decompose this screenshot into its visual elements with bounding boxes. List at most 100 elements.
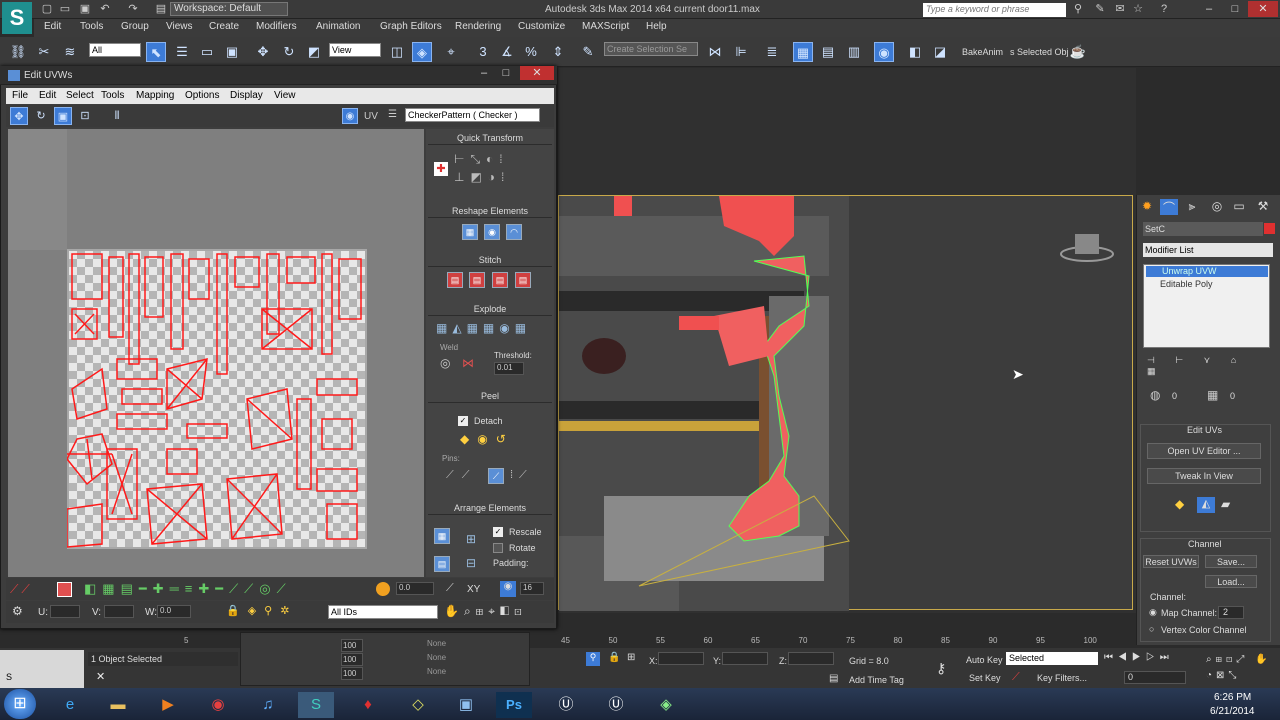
u-field[interactable] bbox=[50, 605, 80, 618]
menu-animation[interactable]: Animation bbox=[316, 21, 360, 32]
clock-date[interactable]: 6/21/2014 bbox=[1210, 706, 1255, 717]
arrange-elements-header[interactable]: Arrange Elements bbox=[428, 501, 552, 515]
channel-header[interactable]: Channel bbox=[1188, 539, 1222, 549]
straighten-icon[interactable]: ▦ bbox=[462, 224, 478, 240]
search-input[interactable]: Type a keyword or phrase bbox=[923, 3, 1066, 17]
3dsmax-taskbar-icon[interactable]: S bbox=[298, 692, 334, 718]
sel-mode-vertex-icon[interactable]: ◆ bbox=[1175, 497, 1184, 511]
auto-key-button[interactable]: Auto Key bbox=[966, 655, 1003, 665]
photoshop-taskbar-icon[interactable]: Ps bbox=[496, 692, 532, 718]
y-coordinate-field[interactable] bbox=[722, 652, 768, 665]
pivot-icon[interactable]: ◫ bbox=[387, 42, 407, 62]
chrome-taskbar-icon[interactable]: ◉ bbox=[200, 692, 236, 718]
stitch-custom-icon[interactable]: ▤ bbox=[447, 272, 463, 288]
uv-menu-edit[interactable]: Edit bbox=[39, 90, 56, 101]
menu-maxscript[interactable]: MAXScript bbox=[582, 21, 629, 32]
menu-create[interactable]: Create bbox=[209, 21, 239, 32]
uv-minimize-icon[interactable]: – bbox=[474, 66, 494, 80]
set-pivot-icon[interactable]: ✚ bbox=[434, 162, 448, 176]
spinner-icon-a[interactable]: ◍ bbox=[1150, 388, 1160, 402]
render-frame-icon[interactable]: ◪ bbox=[930, 42, 950, 62]
save-uvs-button[interactable]: Save... bbox=[1205, 555, 1257, 568]
binoculars-icon[interactable]: ⚲ bbox=[1071, 2, 1085, 16]
reference-coord-dropdown[interactable]: View bbox=[329, 43, 381, 57]
itunes-taskbar-icon[interactable]: ♫ bbox=[250, 692, 286, 718]
xy-plane-label[interactable]: XY bbox=[467, 584, 480, 595]
move-icon[interactable]: ✥ bbox=[253, 42, 273, 62]
detach-checkbox[interactable]: ✓ bbox=[458, 416, 468, 426]
layer-spin-1[interactable]: 100 bbox=[341, 639, 363, 652]
load-uvs-button[interactable]: Load... bbox=[1205, 575, 1257, 588]
maximize-icon[interactable]: □ bbox=[1222, 1, 1248, 17]
menu-tools[interactable]: Tools bbox=[80, 21, 103, 32]
stack-controls[interactable]: ⊣ ⊢ ⋎ ⌂ ▦ bbox=[1147, 355, 1271, 376]
modifier-list-dropdown[interactable]: Modifier List bbox=[1143, 243, 1273, 257]
lock-select-tools[interactable]: 🔒◈⚲✲ bbox=[226, 604, 326, 620]
layer-manager-icon[interactable]: ≣ bbox=[762, 42, 782, 62]
pin-active-icon[interactable]: ⟋ bbox=[488, 468, 504, 484]
transform-mode-icon[interactable]: ⚙ bbox=[12, 604, 23, 618]
material-editor-icon[interactable]: ◉ bbox=[874, 42, 894, 62]
uv-list-icon[interactable]: ☰ bbox=[388, 109, 400, 121]
display-tab-icon[interactable]: ▭ bbox=[1230, 199, 1248, 215]
menu-group[interactable]: Group bbox=[121, 21, 149, 32]
select-object-icon[interactable]: ⬉ bbox=[146, 42, 166, 62]
selected-obj-label[interactable]: s Selected Obj bbox=[1010, 47, 1069, 57]
pin-extra-tools[interactable]: ⁞⟋ bbox=[510, 469, 533, 482]
set-key-icon[interactable]: ⟋ bbox=[1012, 671, 1020, 684]
uv-show-map-icon[interactable]: ◉ bbox=[342, 108, 358, 124]
rotate-icon[interactable]: ↻ bbox=[279, 42, 299, 62]
snap-line-icon[interactable]: ⟋ bbox=[446, 582, 454, 595]
hierarchy-tab-icon[interactable]: ⫸ bbox=[1183, 199, 1201, 215]
app-taskbar-icon-7[interactable]: ◇ bbox=[400, 692, 436, 718]
perspective-viewport[interactable] bbox=[558, 195, 1133, 611]
lock-icon[interactable]: 🔒 bbox=[608, 652, 620, 663]
stitch-source-icon[interactable]: ▤ bbox=[469, 272, 485, 288]
uv-scale-icon[interactable]: ▣ bbox=[54, 107, 72, 125]
menu-customize[interactable]: Customize bbox=[518, 21, 565, 32]
angle-spinner[interactable]: 0.0 bbox=[396, 582, 434, 595]
maxscript-listener[interactable] bbox=[0, 650, 84, 688]
menu-rendering[interactable]: Rendering bbox=[455, 21, 501, 32]
clock-time[interactable]: 6:26 PM bbox=[1214, 692, 1251, 703]
threshold-spinner[interactable]: 0.01 bbox=[494, 362, 524, 375]
select-by-name-icon[interactable]: ☰ bbox=[172, 42, 192, 62]
minimize-icon[interactable]: – bbox=[1196, 1, 1222, 17]
open-file-icon[interactable]: ▭ bbox=[58, 2, 72, 16]
weld-target-icon[interactable]: ⋈ bbox=[462, 356, 474, 370]
maxscript-label[interactable]: S bbox=[6, 672, 12, 682]
layer-spin-3[interactable]: 100 bbox=[341, 667, 363, 680]
playback-controls[interactable]: ⏮◀▶▷⏭ bbox=[1104, 652, 1204, 666]
selection-lock-icon[interactable]: ⚲ bbox=[586, 652, 600, 666]
uv-menu-view[interactable]: View bbox=[274, 90, 296, 101]
app-logo-button[interactable]: S bbox=[2, 2, 32, 34]
rotation-icon[interactable] bbox=[376, 582, 390, 596]
reset-uvws-button[interactable]: Reset UVWs bbox=[1143, 555, 1199, 568]
selection-filter-dropdown[interactable]: All bbox=[89, 43, 141, 57]
pin-tools[interactable]: ⟋⟋ bbox=[446, 469, 477, 482]
peel-tools[interactable]: ◆◉↺ bbox=[460, 432, 514, 446]
sel-mode-face-icon[interactable]: ▰ bbox=[1221, 497, 1230, 511]
uv-maximize-icon[interactable]: □ bbox=[496, 66, 516, 80]
map-channel-radio[interactable]: ◉ bbox=[1149, 607, 1157, 618]
time-tag-icon[interactable]: ▤ bbox=[829, 673, 838, 684]
pack-settings-icon[interactable]: ⊟ bbox=[466, 556, 476, 570]
weld-selected-icon[interactable]: ◎ bbox=[440, 356, 450, 370]
workspace-dropdown[interactable]: Workspace: Default bbox=[170, 2, 288, 16]
utilities-tab-icon[interactable]: ⚒ bbox=[1254, 199, 1272, 215]
quick-transform-header[interactable]: Quick Transform bbox=[428, 131, 552, 145]
x-coordinate-field[interactable] bbox=[658, 652, 704, 665]
uv-menu-options[interactable]: Options bbox=[185, 90, 219, 101]
set-key-button[interactable]: Set Key bbox=[969, 673, 1001, 683]
bind-space-warp-icon[interactable]: ≋ bbox=[60, 42, 80, 62]
uv-menu-tools[interactable]: Tools bbox=[101, 90, 124, 101]
unlink-icon[interactable]: ✂ bbox=[34, 42, 54, 62]
key-mode-dropdown[interactable]: Selected bbox=[1006, 652, 1098, 665]
menu-help[interactable]: Help bbox=[646, 21, 667, 32]
menu-graph-editors[interactable]: Graph Editors bbox=[380, 21, 442, 32]
element-color-swatch[interactable] bbox=[57, 582, 72, 597]
explode-header[interactable]: Explode bbox=[428, 302, 552, 316]
help-icon[interactable]: ? bbox=[1157, 2, 1171, 16]
spinner-b-value[interactable]: 0 bbox=[1230, 391, 1235, 401]
grid-snap-icon[interactable]: ◉ bbox=[500, 581, 516, 597]
